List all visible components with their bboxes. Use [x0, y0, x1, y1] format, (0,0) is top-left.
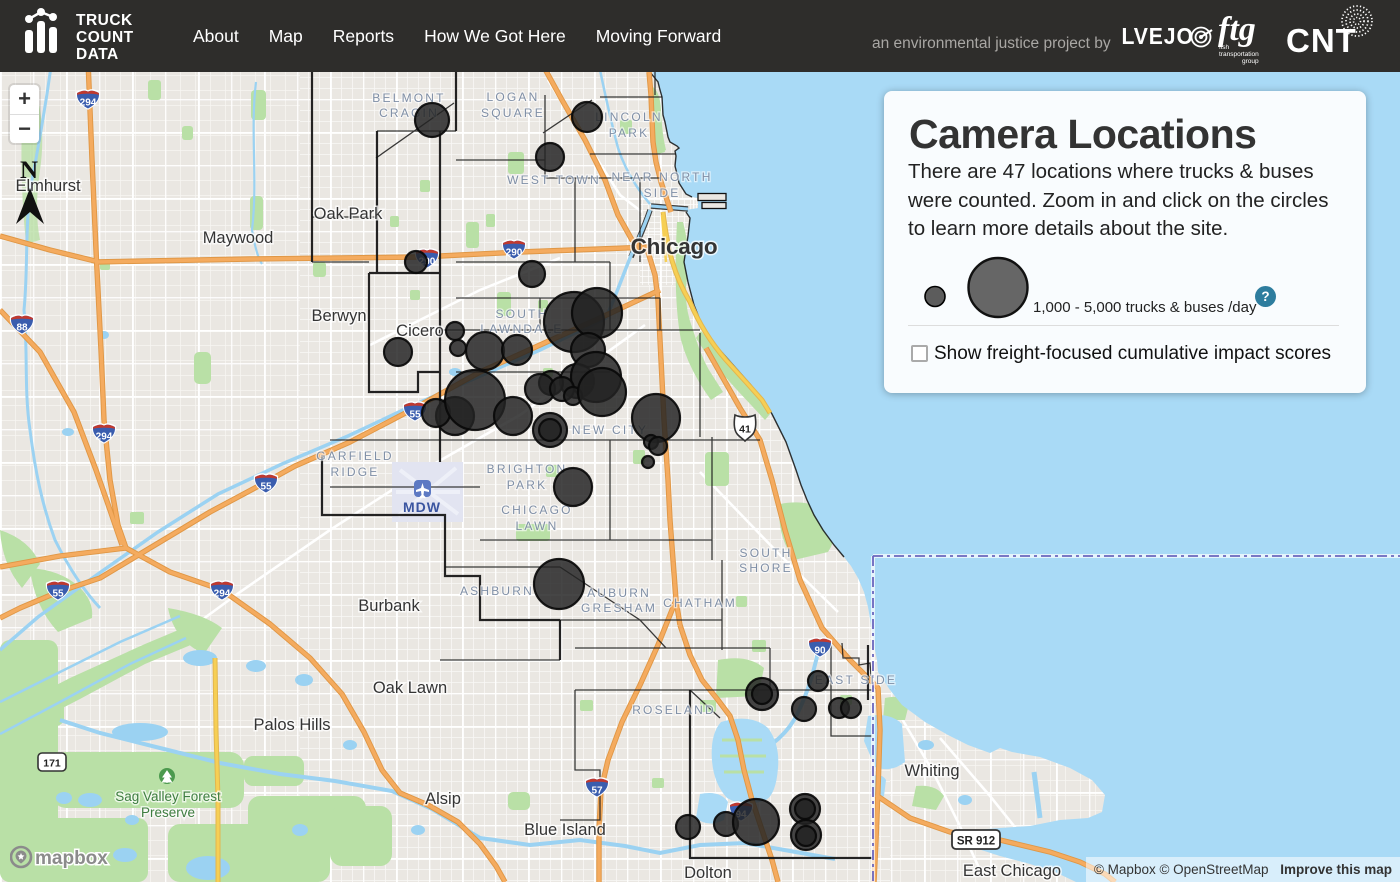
- svg-text:294: 294: [80, 98, 97, 109]
- svg-text:Alsip: Alsip: [425, 790, 461, 808]
- svg-text:SOUTH: SOUTH: [496, 307, 549, 321]
- svg-text:N: N: [20, 157, 38, 184]
- svg-text:SOUTH: SOUTH: [740, 546, 793, 560]
- svg-text:East Chicago: East Chicago: [963, 862, 1061, 880]
- svg-text:GARFIELD: GARFIELD: [316, 449, 394, 463]
- svg-text:AUBURN: AUBURN: [587, 586, 651, 600]
- svg-text:90: 90: [814, 646, 826, 657]
- svg-text:55: 55: [52, 589, 64, 600]
- svg-text:WEST TOWN: WEST TOWN: [507, 173, 601, 187]
- svg-text:Preserve: Preserve: [141, 805, 195, 820]
- svg-text:CHATHAM: CHATHAM: [663, 596, 737, 610]
- svg-text:Berwyn: Berwyn: [311, 307, 366, 325]
- svg-text:55: 55: [409, 410, 421, 421]
- svg-text:mapbox: mapbox: [35, 848, 108, 869]
- svg-text:57: 57: [591, 786, 603, 797]
- svg-text:CHICAGO: CHICAGO: [501, 503, 572, 517]
- svg-text:PARK: PARK: [609, 126, 650, 140]
- svg-text:NEAR NORTH: NEAR NORTH: [611, 170, 712, 184]
- svg-text:MDW: MDW: [403, 499, 441, 515]
- svg-text:294: 294: [96, 432, 113, 443]
- svg-text:Sag Valley Forest: Sag Valley Forest: [115, 789, 221, 804]
- svg-text:Oak Park: Oak Park: [314, 205, 384, 223]
- svg-text:LVEJO: LVEJO: [1122, 23, 1194, 49]
- svg-text:171: 171: [43, 758, 61, 770]
- svg-text:RIDGE: RIDGE: [330, 465, 379, 479]
- svg-text:290: 290: [506, 248, 523, 259]
- svg-text:Burbank: Burbank: [358, 597, 420, 615]
- svg-text:SHORE: SHORE: [739, 561, 793, 575]
- svg-text:SQUARE: SQUARE: [481, 106, 545, 120]
- svg-text:group: group: [1242, 58, 1259, 65]
- svg-text:ftg: ftg: [1218, 11, 1256, 48]
- svg-text:294: 294: [214, 589, 231, 600]
- svg-text:Cicero: Cicero: [396, 322, 444, 340]
- svg-text:LOGAN: LOGAN: [486, 90, 539, 104]
- svg-text:CNT: CNT: [1286, 22, 1357, 59]
- svg-text:41: 41: [739, 424, 751, 436]
- svg-text:Palos Hills: Palos Hills: [253, 716, 330, 734]
- svg-text:BRIGHTON: BRIGHTON: [487, 462, 568, 476]
- svg-text:transportation: transportation: [1219, 51, 1259, 58]
- svg-text:Oak Lawn: Oak Lawn: [373, 679, 447, 697]
- svg-text:TRUCK: TRUCK: [76, 12, 133, 29]
- svg-text:DATA: DATA: [76, 46, 119, 63]
- svg-text:SIDE: SIDE: [644, 186, 681, 200]
- svg-text:Maywood: Maywood: [203, 229, 274, 247]
- svg-text:ROSELAND: ROSELAND: [632, 703, 716, 717]
- svg-text:ASHBURN: ASHBURN: [460, 584, 534, 598]
- svg-text:fish: fish: [1219, 44, 1230, 51]
- svg-text:PARK: PARK: [507, 478, 548, 492]
- svg-text:88: 88: [16, 323, 28, 334]
- svg-text:GRESHAM: GRESHAM: [581, 601, 657, 615]
- svg-text:COUNT: COUNT: [76, 29, 134, 46]
- svg-text:Blue Island: Blue Island: [524, 821, 606, 839]
- svg-text:LINCOLN: LINCOLN: [595, 110, 662, 124]
- svg-text:Dolton: Dolton: [684, 864, 732, 882]
- svg-text:LAWN: LAWN: [515, 519, 558, 533]
- svg-text:Chicago: Chicago: [631, 234, 718, 259]
- svg-text:SR 912: SR 912: [957, 836, 995, 848]
- svg-text:Whiting: Whiting: [904, 762, 959, 780]
- svg-text:55: 55: [260, 482, 272, 493]
